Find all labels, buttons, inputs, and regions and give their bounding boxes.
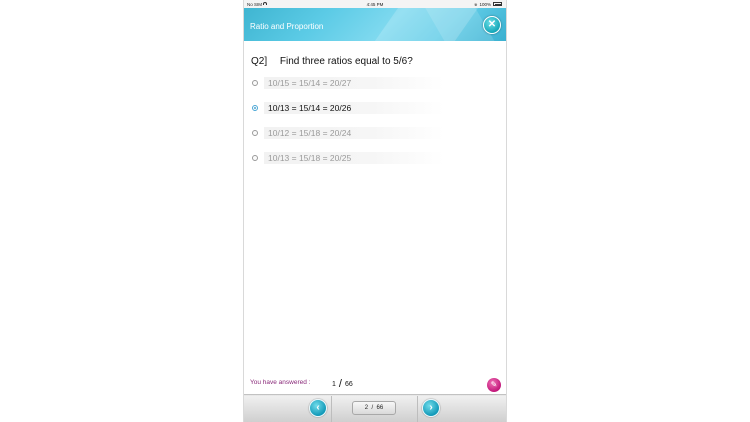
answer-option-2[interactable]: 10/13 = 15/14 = 20/26 [252, 102, 444, 114]
chevron-right-icon: › [429, 402, 433, 413]
chevron-left-icon: ‹ [316, 402, 320, 413]
radio-button[interactable] [252, 130, 258, 136]
battery-icon [493, 2, 502, 6]
radio-button[interactable] [252, 80, 258, 86]
answered-value: 1 [332, 381, 336, 388]
previous-button[interactable]: ‹ [309, 399, 327, 417]
current-page: 2 [364, 405, 369, 411]
edit-button[interactable]: ✎ [487, 378, 501, 392]
page-separator: / [371, 405, 374, 411]
answered-count: 1/66 [332, 377, 353, 390]
total-pages: 66 [376, 405, 384, 411]
question-number: Q2] [251, 56, 268, 67]
page-indicator: 2 / 66 [352, 401, 396, 415]
radio-button-selected[interactable] [252, 105, 258, 111]
header-bar: Ratio and Proportion ✕ [244, 8, 506, 41]
next-button[interactable]: › [422, 399, 440, 417]
bluetooth-icon: ※ [474, 1, 478, 7]
bottom-navigation: ‹ 2 / 66 › [244, 394, 506, 422]
question-text: Find three ratios equal to 5/6? [279, 56, 413, 67]
answered-total: 66 [344, 381, 353, 388]
radio-button[interactable] [252, 155, 258, 161]
option-label: 10/13 = 15/18 = 20/25 [268, 153, 352, 163]
option-label: 10/12 = 15/18 = 20/24 [268, 128, 352, 138]
question: Q2] Find three ratios equal to 5/6? [251, 56, 413, 67]
answered-label: You have answered : [250, 379, 311, 386]
close-icon: ✕ [487, 19, 497, 30]
status-right: ※ 100% [474, 2, 502, 7]
battery-percent: 100% [479, 1, 491, 7]
pencil-icon: ✎ [490, 380, 498, 389]
app-window: No SIM 4:45 PM ※ 100% Ratio and Proporti… [244, 0, 506, 422]
close-button[interactable]: ✕ [483, 16, 501, 34]
option-label: 10/15 = 15/14 = 20/27 [268, 78, 352, 88]
option-label: 10/13 = 15/14 = 20/26 [268, 103, 352, 113]
status-bar: No SIM 4:45 PM ※ 100% [244, 0, 506, 8]
page-title: Ratio and Proportion [250, 22, 324, 31]
answered-separator: / [338, 378, 342, 390]
status-time: 4:45 PM [366, 1, 384, 7]
answer-option-4[interactable]: 10/13 = 15/18 = 20/25 [252, 152, 444, 164]
answer-option-1[interactable]: 10/15 = 15/14 = 20/27 [252, 77, 444, 89]
answer-option-3[interactable]: 10/12 = 15/18 = 20/24 [252, 127, 444, 139]
